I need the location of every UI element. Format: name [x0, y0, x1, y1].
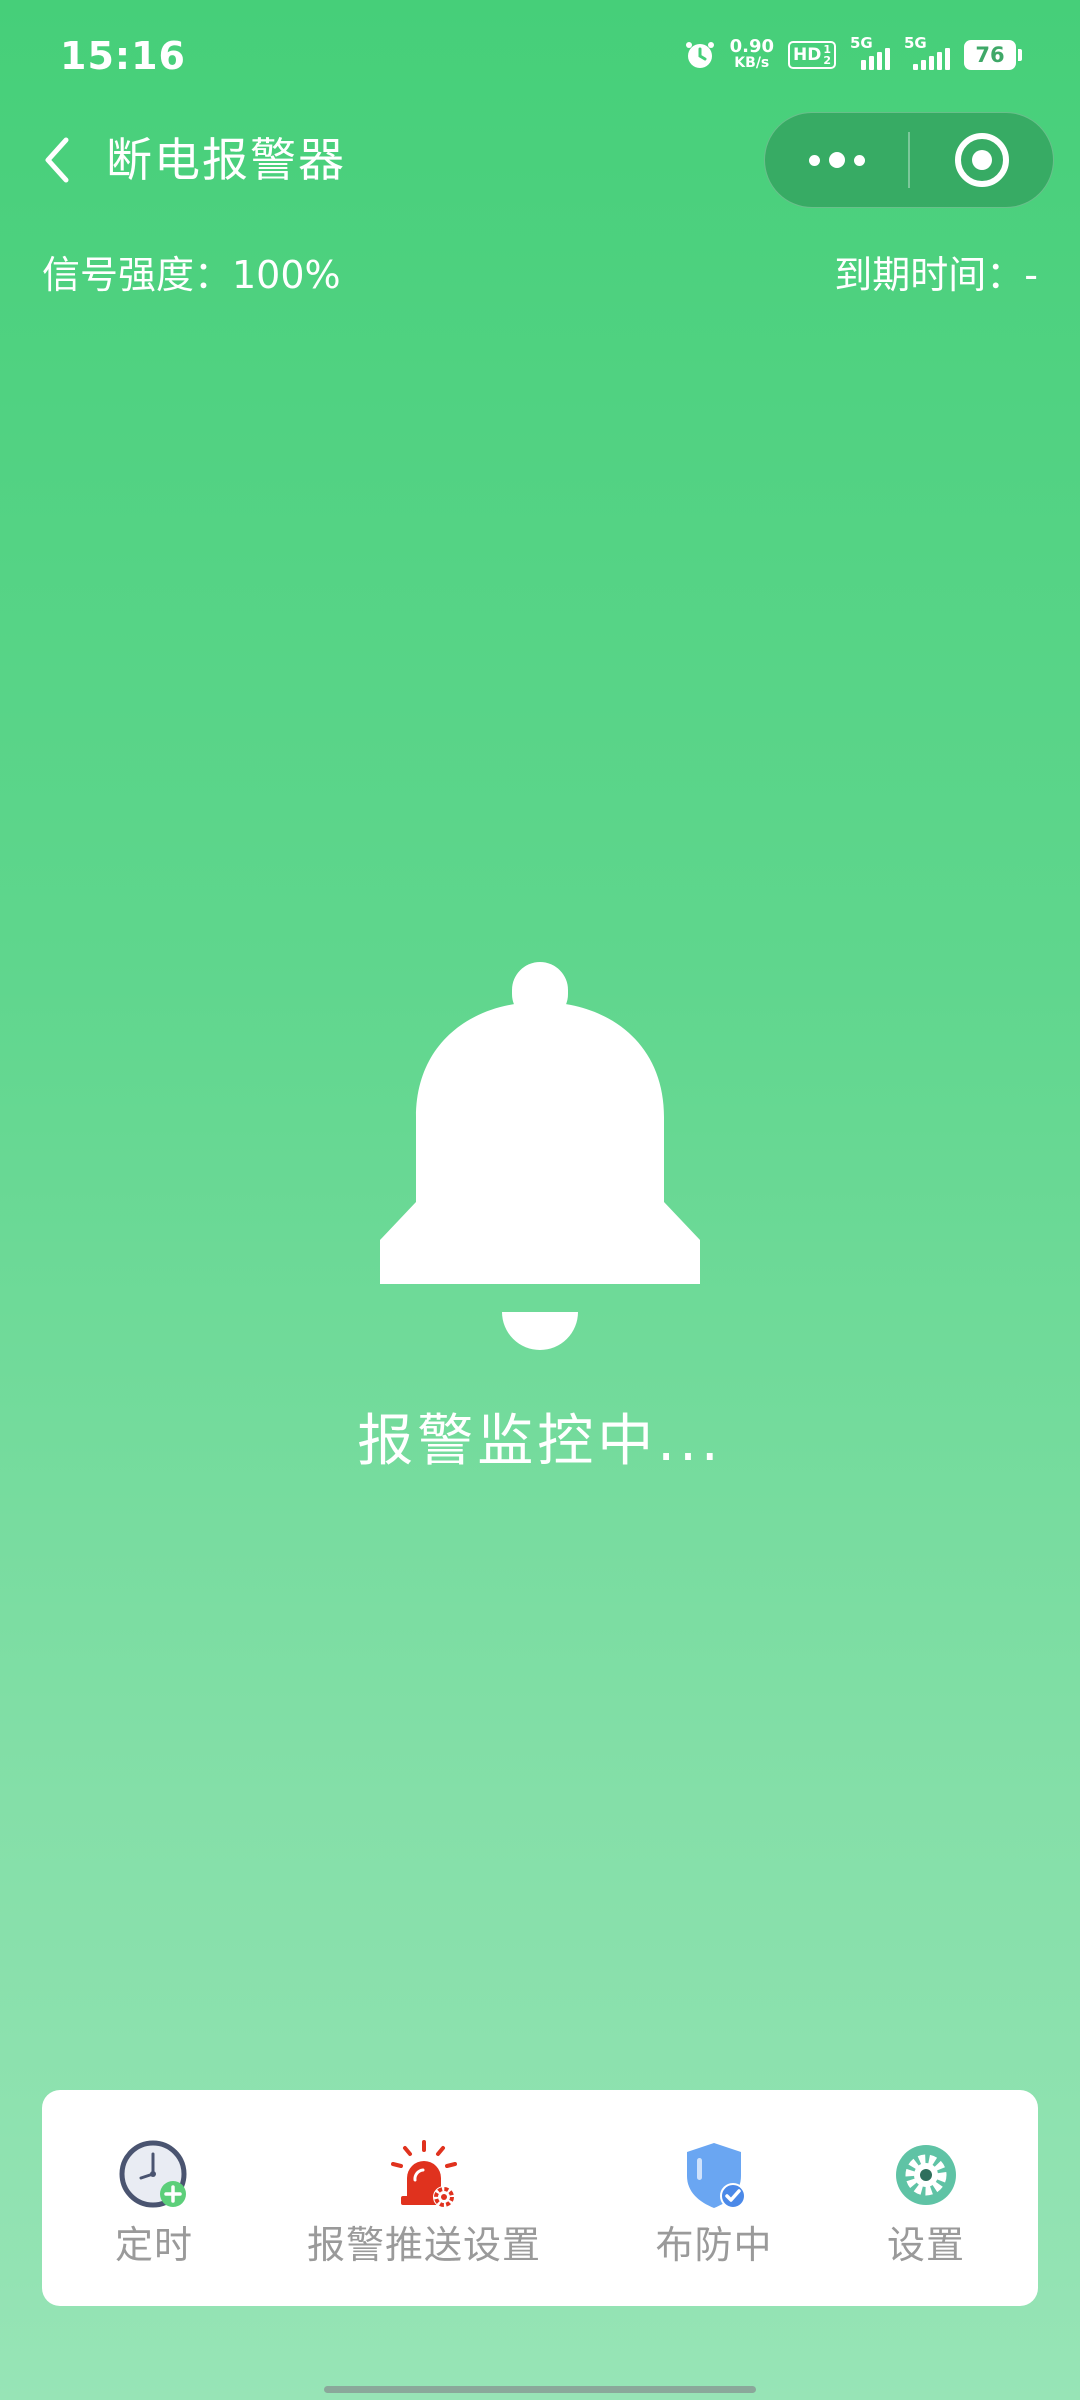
settings-label: 设置	[886, 2223, 965, 2267]
more-dots-icon	[808, 152, 865, 168]
battery-icon: 76	[964, 40, 1022, 70]
hd-sub-bottom: 2	[823, 54, 831, 67]
alarm-push-settings-button[interactable]: 报警推送设置	[274, 2140, 574, 2269]
armed-label: 布防中	[655, 2223, 773, 2267]
hd-label: HD	[793, 45, 822, 65]
network-speed: 0.90 KB/s	[730, 38, 774, 72]
signal-1-icon: 5G	[850, 34, 890, 70]
hd-badge: HD 1 2	[788, 41, 836, 69]
page-title: 断电报警器	[106, 133, 346, 187]
status-bar: 15:16 0.90 KB/s HD 1 2 5G 5G 76	[0, 0, 1080, 110]
bottom-menu-panel: 定时 报警推送设置 布防中 设置	[42, 2090, 1038, 2306]
gear-icon	[896, 2145, 956, 2205]
signal-2-icon: 5G	[904, 34, 950, 70]
hd-sim-numbers: 1 2	[823, 44, 831, 66]
alarm-clock-icon	[685, 42, 714, 68]
close-button[interactable]	[910, 113, 1053, 207]
mini-program-capsule	[764, 112, 1054, 208]
monitor-status-text: 报警监控中...	[357, 1409, 723, 1474]
status-time: 15:16	[60, 34, 186, 78]
timer-button[interactable]: 定时	[4, 2140, 304, 2269]
settings-button[interactable]: 设置	[776, 2140, 1076, 2269]
alarm-push-settings-label: 报警推送设置	[306, 2223, 541, 2267]
target-circle-icon	[954, 133, 1009, 187]
back-button[interactable]	[34, 130, 78, 190]
status-icons: 0.90 KB/s HD 1 2 5G 5G 76	[684, 34, 1022, 72]
more-button[interactable]	[765, 113, 908, 207]
signal-1-label: 5G	[850, 34, 873, 52]
signal-2-label: 5G	[904, 34, 927, 52]
bell-icon	[380, 962, 700, 1350]
expire-time-text: 到期时间：-	[834, 253, 1038, 297]
battery-level: 76	[964, 40, 1016, 70]
shield-check-icon	[687, 2143, 746, 2209]
timer-label: 定时	[114, 2223, 193, 2267]
net-speed-value: 0.90	[729, 36, 774, 57]
chevron-left-icon	[45, 137, 69, 183]
siren-gear-icon	[391, 2140, 457, 2208]
net-speed-unit: KB/s	[734, 55, 770, 71]
signal-strength-text: 信号强度：100%	[42, 253, 341, 297]
home-indicator[interactable]	[324, 2386, 756, 2393]
clock-add-icon	[119, 2140, 187, 2208]
